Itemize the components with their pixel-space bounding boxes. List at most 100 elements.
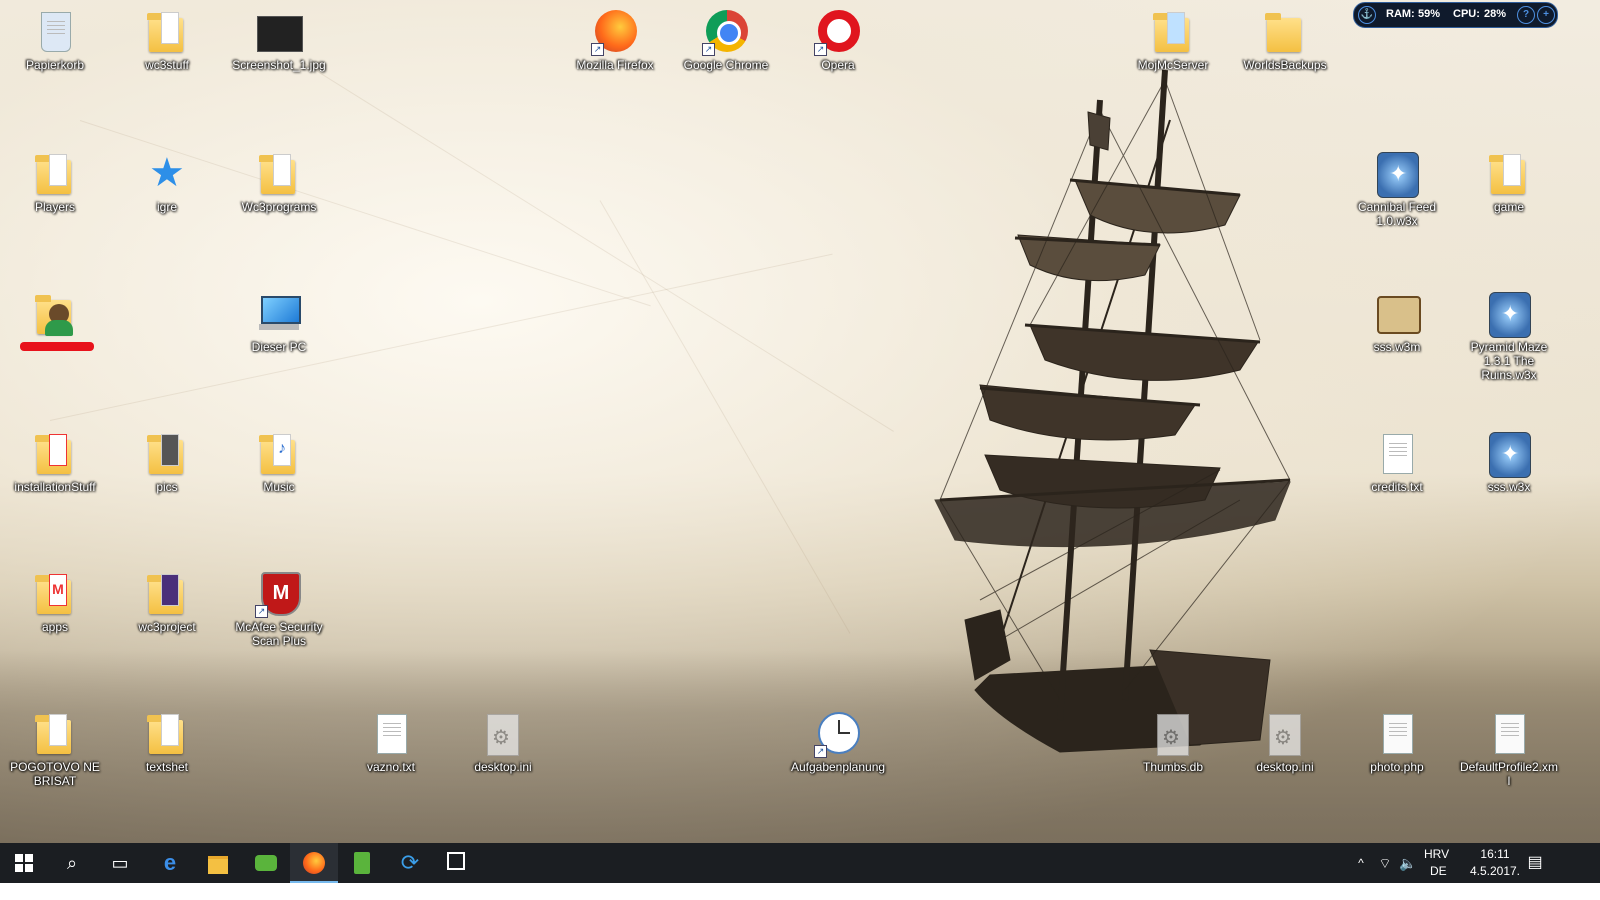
action-center-button[interactable]: ▤ (1520, 843, 1550, 883)
icon-label: Papierkorb (25, 58, 85, 72)
text-file-icon[interactable]: vazno.txt (341, 702, 441, 774)
icon-label: Screenshot_1.jpg (232, 58, 326, 72)
folder-icon[interactable]: MojMcServer (1123, 0, 1223, 72)
redaction-mark (20, 342, 94, 351)
icon-label: desktop.ini (1256, 760, 1314, 774)
volume-icon[interactable]: 🔈 (1398, 843, 1418, 883)
windows-icon (15, 854, 33, 872)
search-button[interactable]: ⌕ (48, 843, 96, 883)
icon-label: wc3project (138, 620, 196, 634)
screen-bottom-area (0, 883, 1600, 900)
file-icon[interactable]: DefaultProfile2.xml (1459, 702, 1559, 788)
image-file-icon[interactable]: Screenshot_1.jpg (229, 0, 329, 72)
icon-label: Google Chrome (683, 58, 769, 72)
mcafee-icon[interactable]: M ↗ McAfee Security Scan Plus (229, 562, 329, 648)
icon-label: credits.txt (1371, 480, 1423, 494)
keyboard-code: DE (1430, 864, 1447, 878)
icon-label: MojMcServer (1137, 58, 1209, 72)
folder-icon[interactable]: game (1459, 142, 1559, 214)
icon-label: Players (34, 200, 75, 214)
icon-label: igre (156, 200, 177, 214)
language-indicator[interactable]: HRV DE (1424, 843, 1454, 883)
icon-label: pics (156, 480, 178, 494)
file-explorer-icon (208, 856, 228, 874)
task-view-icon: ▭ (111, 853, 129, 873)
scroll-map-icon[interactable]: sss.w3m (1347, 282, 1447, 354)
user-folder-icon[interactable] (5, 282, 105, 340)
icon-label: vazno.txt (366, 760, 416, 774)
icon-label: apps (41, 620, 69, 634)
settings-file-icon[interactable]: desktop.ini (1235, 702, 1335, 774)
task-view-button[interactable]: ▭ (96, 843, 144, 883)
refresh-icon: ⟳ (400, 850, 420, 875)
search-icon: ⌕ (66, 853, 78, 873)
taskbar: ⌕ ▭ e ⟳ ^ ⌔ 🔈 HRV DE 16:11 4.5.2017. ▤ (0, 843, 1600, 883)
recycle-bin-icon[interactable]: Papierkorb (5, 0, 105, 72)
folder-icon[interactable]: Wc3programs (229, 142, 329, 214)
desktop-background[interactable]: Papierkorb wc3stuff Screenshot_1.jpg ↗ M… (0, 0, 1600, 860)
icon-label: Mozilla Firefox (576, 58, 654, 72)
taskbar-refresh-app[interactable]: ⟳ (386, 843, 434, 883)
taskbar-store[interactable] (432, 843, 480, 883)
taskbar-notes-app[interactable] (338, 843, 386, 883)
icon-label: textshet (145, 760, 189, 774)
icon-label: Aufgabenplanung (790, 760, 886, 774)
star-shortcut-icon[interactable]: ★ igre (117, 142, 217, 214)
warcraft-map-icon[interactable]: sss.w3x (1459, 422, 1559, 494)
icon-label: DefaultProfile2.xml (1459, 760, 1559, 788)
computer-icon[interactable]: Dieser PC (229, 282, 329, 354)
folder-icon[interactable]: WorldsBackups (1235, 0, 1335, 72)
icon-label: Wc3programs (241, 200, 317, 214)
system-meter-widget[interactable]: ⚓ RAM: 59% CPU: 28% ? + (1353, 2, 1558, 28)
folder-icon[interactable]: wc3project (117, 562, 217, 634)
language-code: HRV (1424, 847, 1450, 861)
start-button[interactable] (0, 843, 48, 883)
settings-file-icon[interactable]: desktop.ini (453, 702, 553, 774)
folder-icon[interactable]: M apps (5, 562, 105, 634)
recycle-bin-icon-glyph (41, 12, 71, 52)
folder-icon[interactable]: wc3stuff (117, 0, 217, 72)
taskbar-game-app[interactable] (242, 843, 290, 883)
icon-label: Cannibal Feed 1.0.w3x (1357, 200, 1437, 228)
folder-icon[interactable]: Players (5, 142, 105, 214)
icon-label: Opera (821, 58, 855, 72)
file-icon[interactable]: photo.php (1347, 702, 1447, 774)
folder-icon[interactable]: installationStuff (5, 422, 105, 494)
meter-logo-icon: ⚓ (1358, 6, 1376, 24)
icon-label: POGOTOVO NE BRISAT (10, 760, 100, 788)
text-file-icon[interactable]: credits.txt (1347, 422, 1447, 494)
taskbar-firefox[interactable] (290, 843, 338, 883)
folder-icon[interactable]: POGOTOVO NE BRISAT (5, 702, 105, 788)
show-hidden-icons[interactable]: ^ (1351, 843, 1371, 883)
folder-icon[interactable]: pics (117, 422, 217, 494)
icon-label: sss.w3x (1487, 480, 1531, 494)
add-icon[interactable]: + (1537, 6, 1555, 24)
firefox-icon (303, 852, 325, 874)
taskbar-file-explorer[interactable] (194, 843, 242, 883)
cpu-label: CPU: (1453, 8, 1480, 20)
network-icon[interactable]: ⌔ (1375, 843, 1395, 883)
edge-icon: e (163, 850, 177, 875)
clock-icon[interactable]: ↗ Aufgabenplanung (788, 702, 888, 774)
chevron-up-icon: ^ (1358, 856, 1364, 870)
icon-label: photo.php (1370, 760, 1424, 774)
cpu-value: 28% (1484, 8, 1507, 20)
settings-file-icon[interactable]: Thumbs.db (1123, 702, 1223, 774)
icon-label: installationStuff (14, 480, 96, 494)
taskbar-edge[interactable]: e (146, 843, 194, 883)
ram-value: 59% (1418, 8, 1441, 20)
notes-icon (354, 852, 370, 874)
chrome-icon[interactable]: ↗ Google Chrome (676, 0, 776, 72)
opera-icon[interactable]: ↗ Opera (788, 0, 888, 72)
folder-icon[interactable]: textshet (117, 702, 217, 774)
icon-label: game (1493, 200, 1525, 214)
help-icon[interactable]: ? (1517, 6, 1535, 24)
icon-label: Music (263, 480, 295, 494)
music-folder-icon[interactable]: ♪ Music (229, 422, 329, 494)
warcraft-map-icon[interactable]: Pyramid Maze 1.3.1 The Ruins.w3x (1459, 282, 1559, 382)
icon-label: sss.w3m (1373, 340, 1421, 354)
firefox-icon[interactable]: ↗ Mozilla Firefox (565, 0, 665, 72)
icon-label: Dieser PC (251, 340, 307, 354)
gamepad-icon (255, 855, 277, 871)
warcraft-map-icon[interactable]: Cannibal Feed 1.0.w3x (1347, 142, 1447, 228)
